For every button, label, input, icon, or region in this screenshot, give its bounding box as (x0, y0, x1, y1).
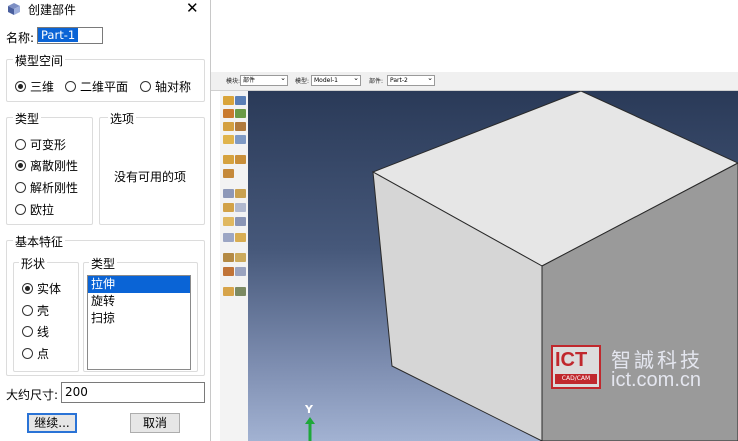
part-name-value: Part-1 (38, 28, 79, 42)
solid-revolve-tool-icon[interactable] (235, 109, 246, 118)
radio-2d-planar-label: 二维平面 (80, 80, 129, 94)
radio-discrete-rigid-dot (15, 160, 26, 171)
sketch-tool-icon[interactable] (235, 267, 246, 276)
cut-extrude-tool-icon[interactable] (235, 135, 246, 144)
watermark: ICT CAD/CAM 智誠科技 ict.com.cn (551, 345, 736, 395)
radio-wire-dot (22, 326, 33, 337)
shell-tool-icon[interactable] (223, 122, 234, 131)
ict-logo: ICT CAD/CAM (551, 345, 601, 389)
radio-eulerian-label: 欧拉 (30, 203, 55, 217)
no-options-text: 没有可用的项 (114, 170, 187, 184)
context-bar: 模块: 部件 模型: Model-1 部件: Part-2 (211, 72, 738, 91)
approx-size-input[interactable]: 200 (61, 382, 205, 403)
partition-tool-icon[interactable] (223, 189, 234, 198)
axis-tool-icon[interactable] (223, 233, 234, 242)
radio-2d-planar[interactable]: 二维平面 (65, 78, 128, 95)
part-toolbox (220, 91, 249, 441)
part-manager-tool-icon[interactable] (235, 96, 246, 105)
create-part-tool-icon[interactable] (223, 96, 234, 105)
module-label: 模块: (226, 78, 241, 85)
radio-deformable-label: 可变形 (30, 138, 67, 152)
module-combo[interactable]: 部件 (240, 74, 288, 86)
shape-legend: 形状 (19, 255, 48, 272)
cut-tool-icon[interactable] (223, 135, 234, 144)
radio-3d[interactable]: 三维 (15, 78, 54, 95)
dialog-titlebar: 创建部件 ✕ (0, 0, 211, 18)
part-icon (8, 3, 20, 15)
radio-deformable[interactable]: 可变形 (15, 136, 66, 153)
radio-eulerian-dot (15, 204, 26, 215)
part-name-input[interactable]: Part-1 (37, 27, 103, 44)
radio-wire[interactable]: 线 (22, 323, 49, 340)
round-tool-icon[interactable] (223, 155, 234, 164)
datum-csys-tool-icon[interactable] (235, 217, 246, 226)
radio-shell[interactable]: 壳 (22, 302, 49, 319)
solid-extrude-tool-icon[interactable] (223, 109, 234, 118)
geometry-edit-tool-icon[interactable] (235, 253, 246, 262)
radio-point-label: 点 (37, 347, 50, 361)
radio-2d-planar-dot (65, 81, 76, 92)
name-label: 名称: (6, 31, 35, 45)
radio-shell-label: 壳 (37, 304, 50, 318)
part-combo[interactable]: Part-2 (387, 74, 435, 86)
list-item-sweep[interactable]: 扫掠 (88, 310, 190, 327)
surface-tool-icon[interactable] (235, 287, 246, 296)
radio-analytical-rigid-dot (15, 182, 26, 193)
radio-axisymmetric[interactable]: 轴对称 (140, 78, 191, 95)
options-legend: 选项 (108, 110, 137, 127)
y-axis-arrowhead (305, 417, 315, 424)
feature-type-legend: 类型 (89, 255, 118, 272)
radio-3d-dot (15, 81, 26, 92)
set-tool-icon[interactable] (223, 287, 234, 296)
approx-size-label: 大约尺寸: (6, 388, 59, 402)
radio-eulerian[interactable]: 欧拉 (15, 201, 54, 218)
radio-analytical-rigid[interactable]: 解析刚性 (15, 179, 78, 196)
feature-type-list[interactable]: 拉伸 旋转 扫掠 (87, 275, 191, 370)
model-label: 模型: (295, 78, 310, 85)
base-feature-legend: 基本特征 (13, 233, 66, 250)
close-icon[interactable]: ✕ (186, 0, 199, 17)
y-axis-label: Y (305, 403, 313, 416)
radio-axisymmetric-dot (140, 81, 151, 92)
datum-point-tool-icon[interactable] (223, 203, 234, 212)
list-item-extrusion[interactable]: 拉伸 (88, 276, 190, 293)
radio-deformable-dot (15, 139, 26, 150)
partition-face-tool-icon[interactable] (235, 189, 246, 198)
part-label: 部件: (369, 78, 384, 85)
radio-solid-dot (22, 283, 33, 294)
radio-shell-dot (22, 305, 33, 316)
radio-3d-label: 三维 (30, 80, 55, 94)
watermark-url: ict.com.cn (611, 369, 702, 391)
radio-analytical-rigid-label: 解析刚性 (30, 181, 79, 195)
shell-extrude-tool-icon[interactable] (235, 122, 246, 131)
radio-wire-label: 线 (37, 325, 50, 339)
repair-tool-icon[interactable] (223, 253, 234, 262)
radio-solid[interactable]: 实体 (22, 280, 61, 297)
wire-tool-icon[interactable] (223, 169, 234, 178)
dialog-title: 创建部件 (28, 3, 77, 17)
radio-point-dot (22, 348, 33, 359)
csys-tool-icon[interactable] (235, 233, 246, 242)
continue-button[interactable]: 继续... (27, 413, 77, 433)
radio-discrete-rigid[interactable]: 离散刚性 (15, 157, 78, 174)
ict-logo-text: ICT (555, 349, 588, 371)
list-item-revolution[interactable]: 旋转 (88, 293, 190, 310)
radio-axisymmetric-label: 轴对称 (155, 80, 192, 94)
datum-axis-tool-icon[interactable] (235, 203, 246, 212)
ict-logo-subtext: CAD/CAM (555, 374, 597, 384)
cancel-button[interactable]: 取消 (130, 413, 180, 433)
modeling-space-legend: 模型空间 (13, 52, 66, 69)
radio-discrete-rigid-label: 离散刚性 (30, 159, 79, 173)
query-tool-icon[interactable] (223, 267, 234, 276)
chamfer-tool-icon[interactable] (235, 155, 246, 164)
radio-point[interactable]: 点 (22, 345, 49, 362)
radio-solid-label: 实体 (37, 282, 62, 296)
create-part-dialog: 创建部件 ✕ 名称: Part-1 模型空间 三维 二维平面 轴对称 类型 可变… (0, 0, 211, 441)
type-legend: 类型 (13, 110, 42, 127)
datum-plane-tool-icon[interactable] (223, 217, 234, 226)
model-combo[interactable]: Model-1 (311, 74, 361, 86)
